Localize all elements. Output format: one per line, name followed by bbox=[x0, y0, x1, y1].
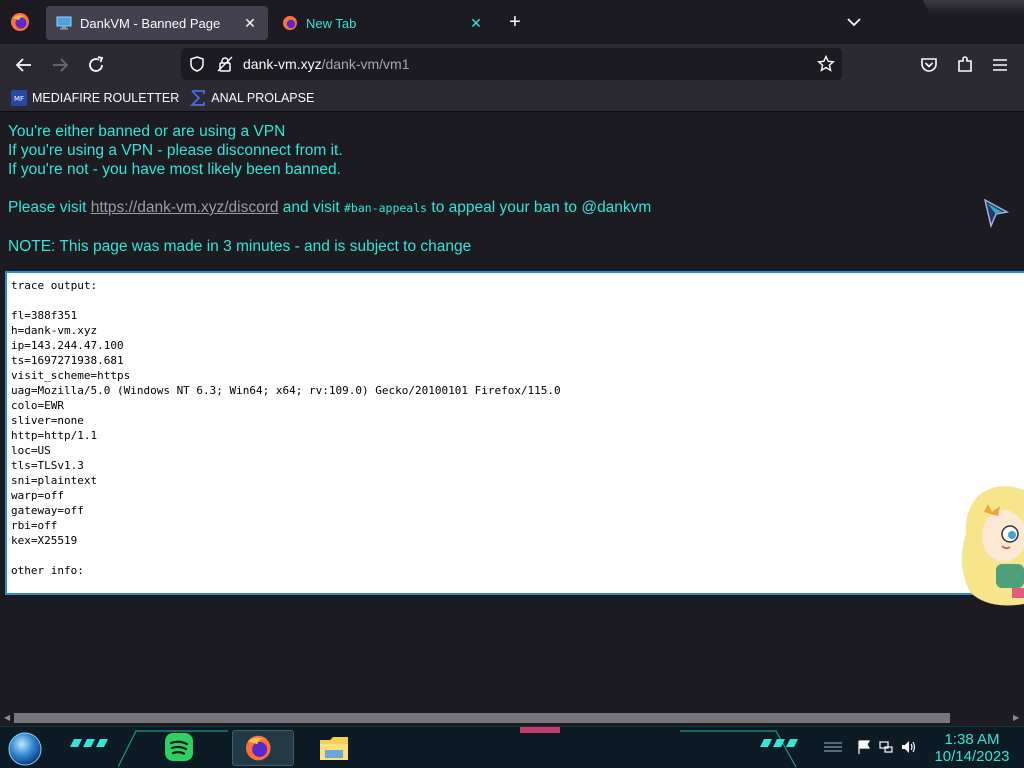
mediafire-favicon-icon: MF bbox=[11, 89, 27, 106]
clock-date: 10/14/2023 bbox=[934, 748, 1010, 765]
svg-text:MF: MF bbox=[14, 95, 24, 103]
bookmark-mediafire-rouletter[interactable]: MF MEDIAFIRE ROULETTER bbox=[10, 89, 179, 107]
ban-line-1: You're either banned or are using a VPN bbox=[8, 123, 286, 140]
note-line: NOTE: This page was made in 3 minutes - … bbox=[8, 238, 472, 255]
navigation-toolbar: dank-vm.xyz/dank-vm/vm1 bbox=[0, 44, 1024, 84]
clock-time: 1:38 AM bbox=[944, 731, 1000, 748]
close-tab-icon[interactable]: ✕ bbox=[468, 15, 484, 31]
close-tab-icon[interactable]: ✕ bbox=[242, 15, 258, 31]
url-text[interactable]: dank-vm.xyz/dank-vm/vm1 bbox=[243, 56, 410, 72]
taskbar-grip-decoration bbox=[824, 742, 842, 752]
scroll-left-arrow-icon[interactable]: ◀ bbox=[4, 713, 10, 722]
sigma-favicon-icon bbox=[190, 89, 206, 106]
address-bar[interactable]: dank-vm.xyz/dank-vm/vm1 bbox=[181, 48, 842, 80]
ban-line-3: If you're not - you have most likely bee… bbox=[8, 161, 341, 178]
screen: DankVM - Banned Page ✕ New Tab ✕ + dank-… bbox=[0, 0, 1024, 768]
cartoon-character-sticker bbox=[961, 486, 1024, 606]
bookmarks-toolbar: MF MEDIAFIRE ROULETTER ANAL PROLAPSE bbox=[0, 84, 1024, 112]
action-center-flag-icon[interactable] bbox=[856, 739, 872, 755]
new-tab-plus-icon[interactable]: + bbox=[504, 10, 526, 34]
taskbar-decoration bbox=[760, 739, 798, 747]
forward-arrow-icon[interactable] bbox=[47, 52, 73, 78]
ban-line-2: If you're using a VPN - please disconnec… bbox=[8, 142, 343, 159]
taskbar-clock[interactable]: 1:38 AM 10/14/2023 bbox=[928, 731, 1016, 765]
appeal-prefix: Please visit bbox=[8, 199, 91, 216]
appeal-suffix: to appeal your ban to @dankvm bbox=[427, 199, 652, 216]
pocket-icon[interactable] bbox=[916, 52, 942, 78]
monitor-favicon-icon bbox=[56, 16, 72, 30]
url-host: dank-vm.xyz bbox=[243, 56, 322, 72]
scrollbar-thumb[interactable] bbox=[14, 713, 950, 723]
bookmark-label: MEDIAFIRE ROULETTER bbox=[32, 90, 180, 105]
bookmark-anal-prolapse[interactable]: ANAL PROLAPSE bbox=[189, 89, 314, 107]
scroll-right-arrow-icon[interactable]: ▶ bbox=[1013, 713, 1019, 722]
tab-strip: DankVM - Banned Page ✕ New Tab ✕ + bbox=[0, 0, 1024, 44]
page-content: You're either banned or are using a VPN … bbox=[0, 112, 1024, 710]
file-explorer-app-icon[interactable] bbox=[316, 730, 354, 766]
taskbar-frame-decoration bbox=[680, 730, 797, 767]
ban-message: You're either banned or are using a VPN … bbox=[8, 122, 651, 256]
appeal-middle: and visit bbox=[278, 199, 344, 216]
window-frame-decoration bbox=[922, 0, 1024, 14]
reload-icon[interactable] bbox=[83, 52, 109, 78]
spotify-app-icon[interactable] bbox=[160, 730, 198, 766]
discord-link[interactable]: https://dank-vm.xyz/discord bbox=[91, 199, 279, 216]
horizontal-scrollbar[interactable]: ◀ ▶ bbox=[0, 710, 1024, 726]
firefox-menu-icon[interactable] bbox=[10, 12, 30, 32]
firefox-app-icon[interactable] bbox=[232, 730, 294, 766]
tab-title: New Tab bbox=[306, 15, 357, 31]
volume-speaker-icon[interactable] bbox=[900, 739, 918, 755]
ban-appeals-channel: #ban-appeals bbox=[343, 201, 428, 215]
network-icon[interactable] bbox=[878, 739, 894, 755]
bookmark-label: ANAL PROLAPSE bbox=[211, 90, 315, 105]
tab-dankvm-banned-page[interactable]: DankVM - Banned Page ✕ bbox=[46, 6, 268, 40]
shield-icon[interactable] bbox=[188, 55, 206, 73]
firefox-favicon-icon bbox=[283, 16, 297, 30]
chevron-down-icon[interactable] bbox=[844, 10, 864, 34]
system-tray bbox=[856, 739, 918, 755]
start-orb-icon[interactable] bbox=[7, 731, 43, 767]
appeal-line: Please visit https://dank-vm.xyz/discord… bbox=[8, 198, 651, 218]
bookmark-star-icon[interactable] bbox=[817, 55, 835, 73]
url-path: /dank-vm/vm1 bbox=[321, 56, 410, 72]
back-arrow-icon[interactable] bbox=[11, 52, 37, 78]
extensions-puzzle-icon[interactable] bbox=[952, 52, 978, 78]
trace-output-box[interactable]: trace output: fl=388f351 h=dank-vm.xyz i… bbox=[5, 271, 1024, 595]
taskbar: 1:38 AM 10/14/2023 bbox=[0, 726, 1024, 768]
tab-new-tab[interactable]: New Tab ✕ bbox=[272, 6, 494, 40]
taskbar-decoration bbox=[70, 739, 108, 747]
mouse-cursor-icon bbox=[983, 198, 1010, 228]
hamburger-menu-icon[interactable] bbox=[987, 52, 1013, 78]
lock-icon[interactable] bbox=[216, 55, 234, 73]
tab-title: DankVM - Banned Page bbox=[80, 15, 221, 31]
taskbar-decoration bbox=[520, 727, 560, 733]
